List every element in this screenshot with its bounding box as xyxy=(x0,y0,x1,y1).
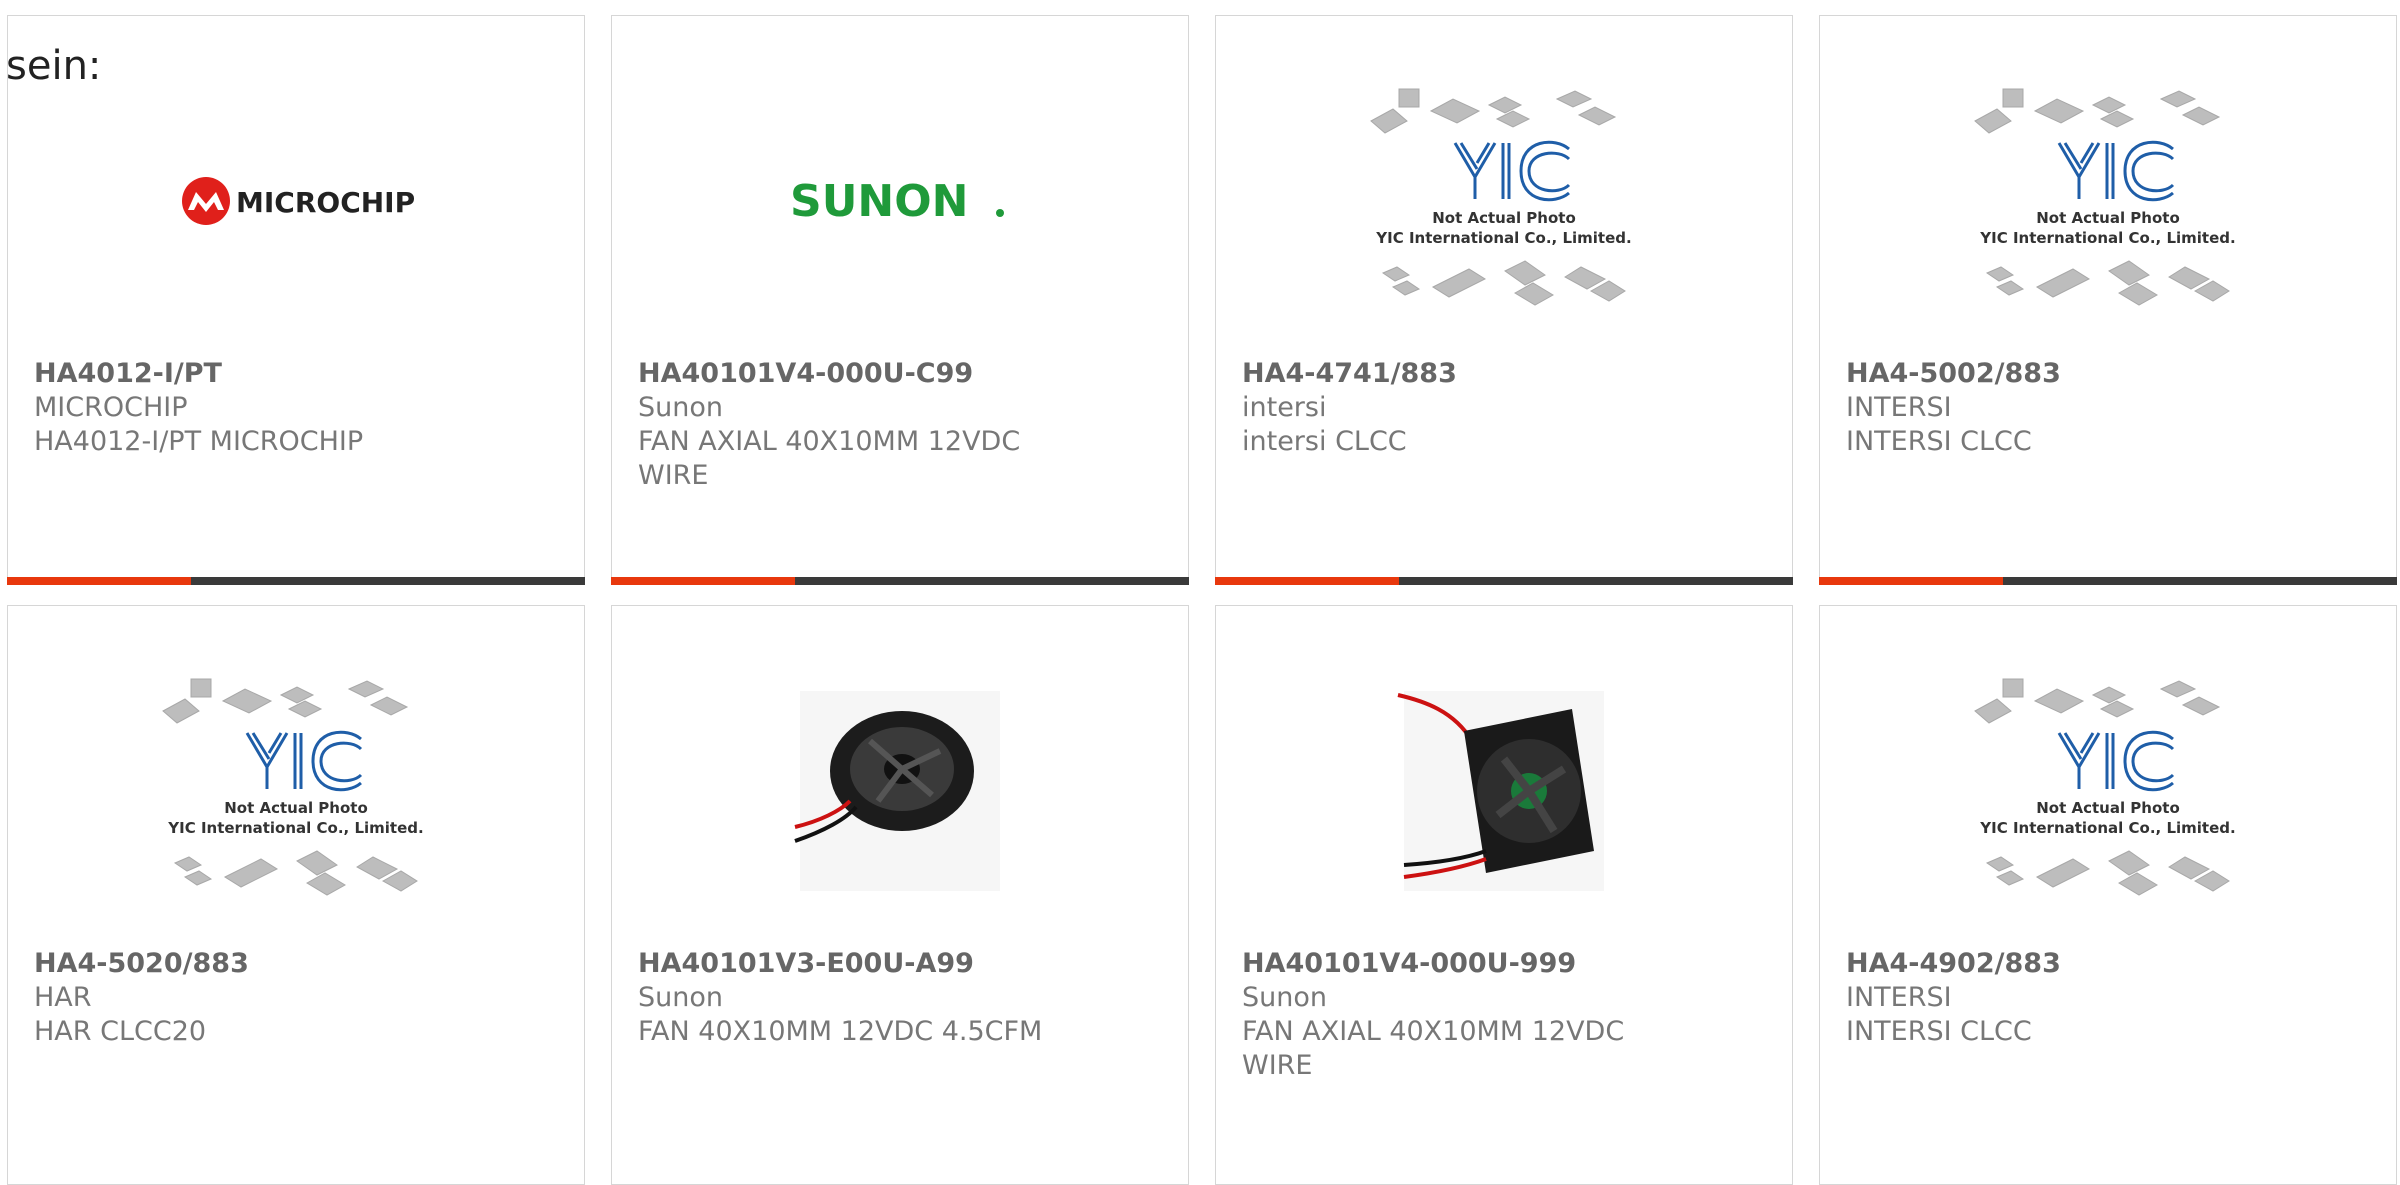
product-image[interactable]: SUNON xyxy=(612,41,1188,361)
microchip-logo-text: MICROCHIP xyxy=(236,186,415,219)
round-fan-icon xyxy=(794,691,1000,891)
product-image[interactable] xyxy=(1216,631,1792,951)
placeholder-title: Not Actual Photo xyxy=(224,799,368,817)
description-cont: WIRE xyxy=(638,460,709,491)
placeholder-subtitle: YIC International Co., Limited. xyxy=(167,819,423,837)
placeholder-title: Not Actual Photo xyxy=(2036,209,2180,227)
part-number[interactable]: HA4012-I/PT xyxy=(34,357,564,391)
sunon-logo-text: SUNON xyxy=(790,176,968,227)
square-fan-icon xyxy=(1397,691,1604,891)
product-card[interactable]: HA40101V3-E00U-A99 Sunon FAN 40X10MM 12V… xyxy=(611,605,1189,1185)
manufacturer: Sunon xyxy=(1242,982,1327,1013)
placeholder-subtitle: YIC International Co., Limited. xyxy=(1979,229,2235,247)
product-image[interactable]: Not Actual Photo YIC International Co., … xyxy=(1216,41,1792,361)
product-image[interactable]: Not Actual Photo YIC International Co., … xyxy=(1820,41,2396,361)
manufacturer: HAR xyxy=(34,982,92,1013)
placeholder-subtitle: YIC International Co., Limited. xyxy=(1375,229,1631,247)
product-image[interactable] xyxy=(612,631,1188,951)
manufacturer: Sunon xyxy=(638,392,723,423)
product-image[interactable]: MICROCHIP xyxy=(8,41,584,361)
sunon-logo-icon: SUNON xyxy=(790,176,1004,227)
manufacturer: INTERSI xyxy=(1846,392,1952,423)
placeholder-subtitle: YIC International Co., Limited. xyxy=(1979,819,2235,837)
manufacturer: intersi xyxy=(1242,392,1327,423)
microchip-logo-icon: MICROCHIP xyxy=(182,177,415,225)
card-bar xyxy=(1215,577,1793,585)
card-bar xyxy=(7,577,585,585)
manufacturer: MICROCHIP xyxy=(34,392,188,423)
product-card[interactable]: Not Actual Photo YIC International Co., … xyxy=(1819,605,2397,1185)
description: HAR CLCC20 xyxy=(34,1016,207,1047)
part-number[interactable]: HA4-5002/883 xyxy=(1846,357,2376,391)
product-card[interactable]: MICROCHIP HA4012-I/PT MICROCHIP HA4012-I… xyxy=(7,15,585,585)
card-bar xyxy=(611,577,1189,585)
description: FAN AXIAL 40X10MM 12VDC xyxy=(1242,1016,1625,1047)
description-cont: WIRE xyxy=(1242,1050,1313,1081)
part-number[interactable]: HA4-4741/883 xyxy=(1242,357,1772,391)
description: FAN AXIAL 40X10MM 12VDC xyxy=(638,426,1021,457)
part-number[interactable]: HA4-5020/883 xyxy=(34,947,564,981)
description: INTERSI CLCC xyxy=(1846,426,2032,457)
part-number[interactable]: HA4-4902/883 xyxy=(1846,947,2376,981)
product-card[interactable]: Not Actual Photo YIC International Co., … xyxy=(1215,15,1793,585)
description: intersi CLCC xyxy=(1242,426,1407,457)
description: INTERSI CLCC xyxy=(1846,1016,2032,1047)
not-actual-photo-icon: Not Actual Photo YIC International Co., … xyxy=(1370,88,1632,306)
card-bar xyxy=(1819,577,2397,585)
product-card[interactable]: HA40101V4-000U-999 Sunon FAN AXIAL 40X10… xyxy=(1215,605,1793,1185)
part-number[interactable]: HA40101V4-000U-999 xyxy=(1242,947,1772,981)
product-image[interactable]: Not Actual Photo YIC International Co., … xyxy=(8,631,584,951)
not-actual-photo-icon: Not Actual Photo YIC International Co., … xyxy=(162,678,424,896)
placeholder-title: Not Actual Photo xyxy=(1432,209,1576,227)
product-image[interactable]: Not Actual Photo YIC International Co., … xyxy=(1820,631,2396,951)
product-card[interactable]: Not Actual Photo YIC International Co., … xyxy=(1819,15,2397,585)
description: HA4012-I/PT MICROCHIP xyxy=(34,426,364,457)
lead-text: sein: xyxy=(6,43,102,89)
part-number[interactable]: HA40101V3-E00U-A99 xyxy=(638,947,1168,981)
manufacturer: Sunon xyxy=(638,982,723,1013)
product-card[interactable]: SUNON HA40101V4-000U-C99 Sunon FAN AXIAL… xyxy=(611,15,1189,585)
not-actual-photo-icon: Not Actual Photo YIC International Co., … xyxy=(1974,678,2236,896)
not-actual-photo-icon: Not Actual Photo YIC International Co., … xyxy=(1974,88,2236,306)
placeholder-title: Not Actual Photo xyxy=(2036,799,2180,817)
description: FAN 40X10MM 12VDC 4.5CFM xyxy=(638,1016,1043,1047)
product-card[interactable]: Not Actual Photo YIC International Co., … xyxy=(7,605,585,1185)
part-number[interactable]: HA40101V4-000U-C99 xyxy=(638,357,1168,391)
manufacturer: INTERSI xyxy=(1846,982,1952,1013)
